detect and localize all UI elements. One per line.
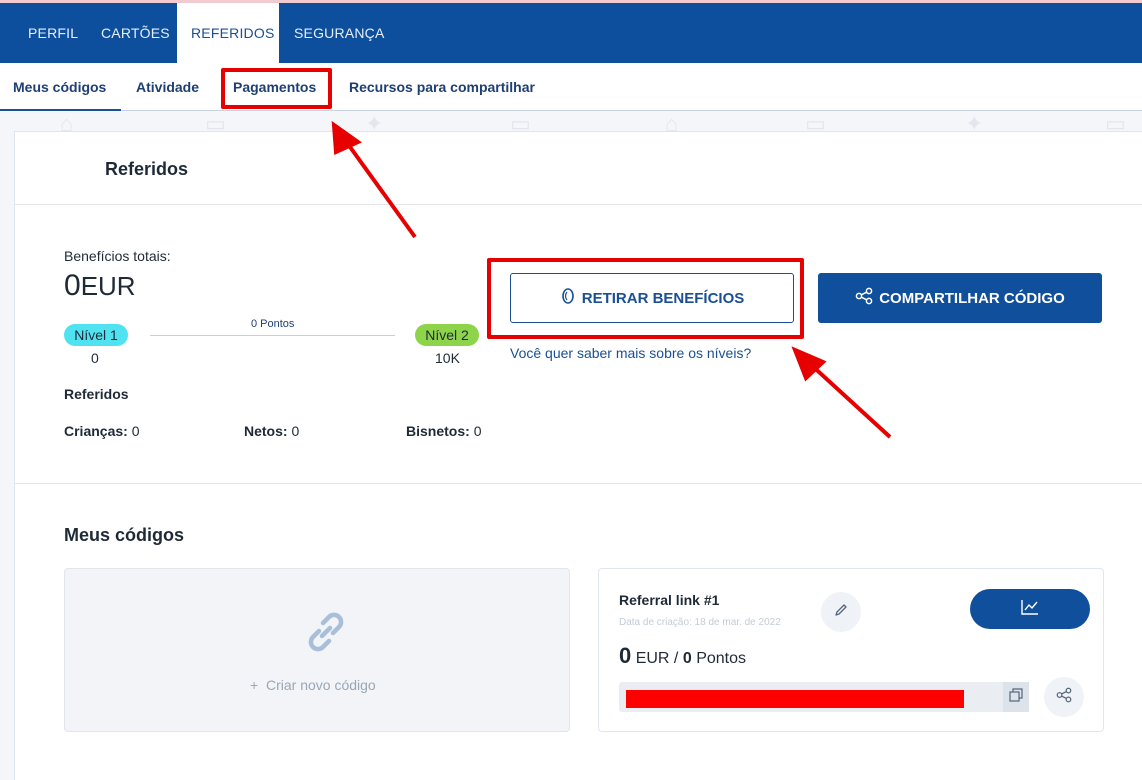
divider xyxy=(15,483,1142,484)
create-code-text: Criar novo código xyxy=(265,677,376,693)
greatgrandchildren-label: Bisnetos: xyxy=(406,423,470,439)
code-link-field[interactable] xyxy=(619,682,1029,712)
total-amount: 0 xyxy=(64,269,81,302)
share-icon xyxy=(855,287,873,309)
referrals-card: Referidos Benefícios totais: 0EUR Nível … xyxy=(14,131,1142,780)
greatgrandchildren-stat: Bisnetos: 0 xyxy=(406,423,481,439)
code-created-date: Data de criação: 18 de mar. de 2022 xyxy=(619,617,781,628)
divider xyxy=(15,204,1142,205)
share-code-button[interactable]: COMPARTILHAR CÓDIGO xyxy=(818,273,1102,323)
grandchildren-value: 0 xyxy=(291,423,300,439)
grandchildren-label: Netos: xyxy=(244,423,288,439)
level1-badge: Nível 1 xyxy=(64,324,128,346)
children-value: 0 xyxy=(131,423,140,439)
level2-badge: Nível 2 xyxy=(415,324,479,346)
annotation-box-pagamentos xyxy=(221,68,332,109)
sub-navigation: Meus códigos Atividade Pagamentos Recurs… xyxy=(0,63,1142,111)
my-codes-title: Meus códigos xyxy=(64,525,185,545)
level2-value: 10K xyxy=(435,350,460,366)
share-link-button[interactable] xyxy=(1044,677,1084,717)
subtab-meus-codigos[interactable]: Meus códigos xyxy=(0,63,121,111)
children-stat: Crianças: 0 xyxy=(64,423,140,439)
children-label: Crianças: xyxy=(64,423,128,439)
total-currency: EUR xyxy=(80,271,136,301)
referral-code-card: Referral link #1 Data de criação: 18 de … xyxy=(598,568,1104,732)
tab-referidos[interactable]: REFERIDOS xyxy=(177,3,279,63)
code-currency: EUR / xyxy=(635,650,679,667)
chart-icon xyxy=(1021,599,1039,620)
levels-info-link[interactable]: Você quer saber mais sobre os níveis? xyxy=(510,345,751,361)
tab-perfil[interactable]: PERFIL xyxy=(14,3,92,63)
code-name: Referral link #1 xyxy=(619,592,720,608)
top-navigation: PERFIL CARTÕES REFERIDOS SEGURANÇA xyxy=(0,0,1142,63)
tab-seguranca[interactable]: SEGURANÇA xyxy=(280,3,398,63)
share-icon xyxy=(1056,687,1072,708)
annotation-box-withdraw xyxy=(487,258,804,339)
link-icon xyxy=(301,607,351,662)
edit-icon xyxy=(834,603,848,622)
points-label: 0 Pontos xyxy=(251,318,295,330)
edit-code-button[interactable] xyxy=(821,592,861,632)
redacted-link xyxy=(626,690,964,708)
level-progress-bar xyxy=(150,335,395,336)
stats-title: Referidos xyxy=(64,386,129,402)
code-stats-button[interactable] xyxy=(970,589,1090,629)
copy-icon xyxy=(1009,687,1023,707)
code-earnings: 0 EUR / 0 Pontos xyxy=(619,643,746,669)
greatgrandchildren-value: 0 xyxy=(473,423,482,439)
grandchildren-stat: Netos: 0 xyxy=(244,423,299,439)
tab-cartoes[interactable]: CARTÕES xyxy=(87,3,184,63)
subtab-recursos[interactable]: Recursos para compartilhar xyxy=(349,63,535,111)
code-amount: 0 xyxy=(619,643,632,668)
subtab-atividade[interactable]: Atividade xyxy=(136,63,199,111)
create-code-label[interactable]: + Criar novo código xyxy=(250,677,376,693)
create-code-card[interactable]: + Criar novo código xyxy=(64,568,570,732)
share-button-label: COMPARTILHAR CÓDIGO xyxy=(879,289,1065,307)
card-title: Referidos xyxy=(105,159,189,179)
copy-link-button[interactable] xyxy=(1003,682,1029,712)
code-points: 0 xyxy=(682,650,692,667)
level1-value: 0 xyxy=(91,350,99,366)
total-benefits-value: 0EUR xyxy=(64,269,136,303)
plus-icon: + xyxy=(250,677,259,693)
code-points-unit: Pontos xyxy=(696,650,746,667)
total-benefits-label: Benefícios totais: xyxy=(64,248,171,264)
